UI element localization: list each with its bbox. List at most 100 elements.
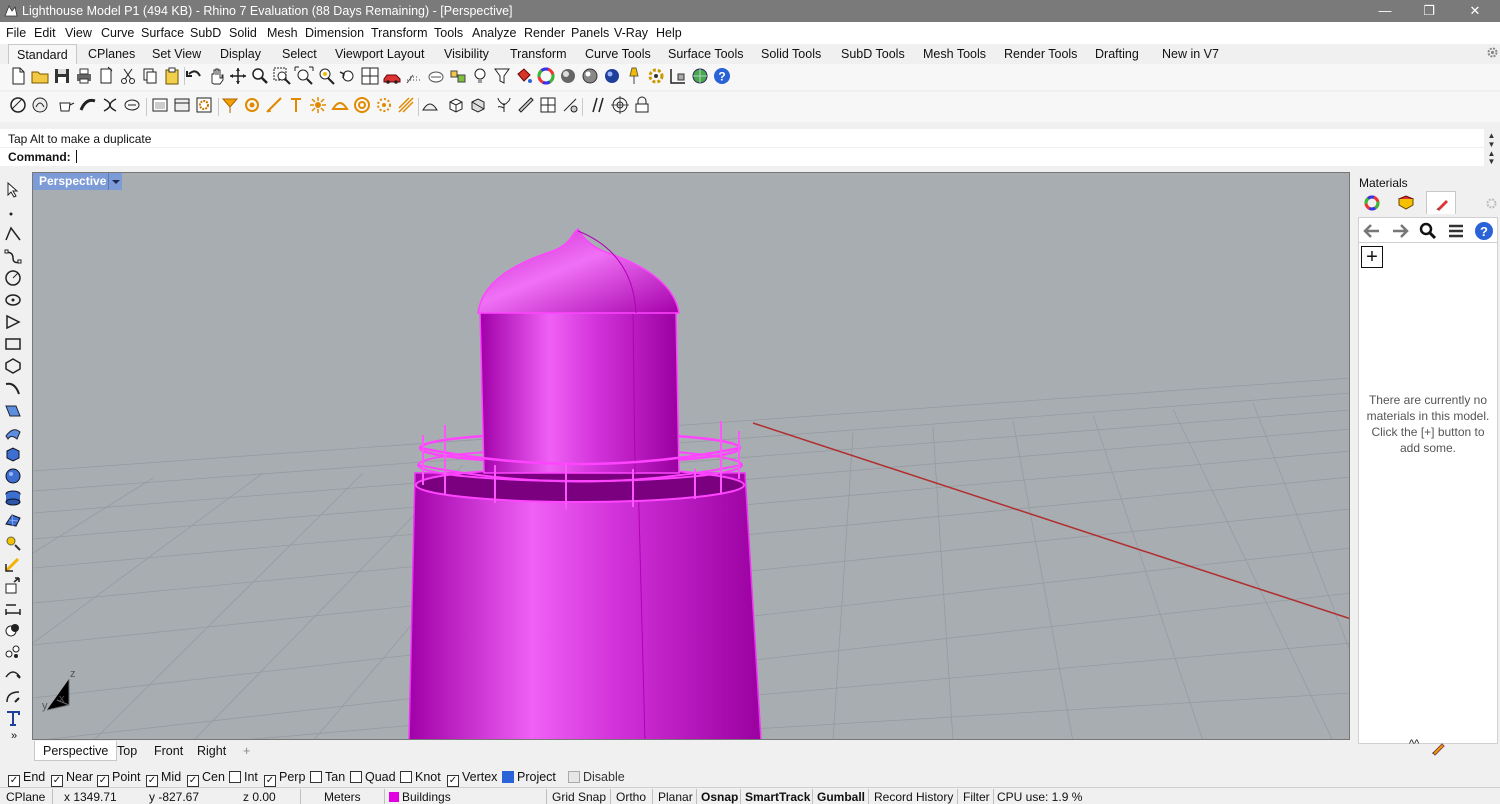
tent-icon[interactable] <box>420 95 440 115</box>
viewport-title[interactable]: Perspective <box>33 173 113 190</box>
checkbox-knot[interactable] <box>400 771 412 783</box>
checkbox-point[interactable]: ✓ <box>97 775 109 787</box>
forward-arrow-icon[interactable] <box>1390 221 1410 241</box>
surface-loft-icon[interactable] <box>3 422 23 442</box>
gear-box-icon[interactable] <box>194 95 214 115</box>
viewport-menu-button[interactable] <box>108 173 122 190</box>
solid-union-icon[interactable] <box>3 620 23 640</box>
menu-dimension[interactable]: Dimension <box>305 26 364 40</box>
status-filter[interactable]: Filter <box>963 790 990 804</box>
save-icon[interactable] <box>52 66 72 86</box>
render-sphere-blue-icon[interactable] <box>602 66 622 86</box>
tab-viewport-layout[interactable]: Viewport Layout <box>335 47 424 61</box>
menu-transform[interactable]: Transform <box>371 26 428 40</box>
window-frame-icon[interactable] <box>150 95 170 115</box>
box-frame-icon[interactable] <box>172 95 192 115</box>
surface-icon[interactable] <box>3 400 23 420</box>
history-scroll-down-icon[interactable]: ▼ <box>1485 140 1498 149</box>
tab-transform[interactable]: Transform <box>510 47 567 61</box>
menu-subd[interactable]: SubD <box>190 26 221 40</box>
menu-tools[interactable]: Tools <box>434 26 463 40</box>
status-smarttrack[interactable]: SmartTrack <box>745 790 810 804</box>
transform-move-icon[interactable] <box>3 554 23 574</box>
spotlight-icon[interactable] <box>220 95 240 115</box>
linear-light-icon[interactable] <box>286 95 306 115</box>
osnap-quad[interactable]: Quad <box>350 770 396 784</box>
status-units[interactable]: Meters <box>324 790 361 804</box>
circle-icon[interactable] <box>3 268 23 288</box>
menu-render[interactable]: Render <box>524 26 565 40</box>
tab-new-in-v7[interactable]: New in V7 <box>1162 47 1219 61</box>
status-ortho[interactable]: Ortho <box>616 790 646 804</box>
status-gumball[interactable]: Gumball <box>817 790 865 804</box>
checkbox-mid[interactable]: ✓ <box>146 775 158 787</box>
tab-drafting[interactable]: Drafting <box>1095 47 1139 61</box>
arc-icon[interactable] <box>3 312 23 332</box>
menu-vray[interactable]: V-Ray <box>614 26 648 40</box>
mesh-light-icon[interactable] <box>396 95 416 115</box>
osnap-disable[interactable]: Disable <box>568 770 625 784</box>
osnap-vertex[interactable]: ✓ Vertex <box>447 770 497 787</box>
dome-light-icon[interactable] <box>330 95 350 115</box>
tab-front[interactable]: Front <box>154 744 183 758</box>
blend-edge-icon[interactable] <box>30 95 50 115</box>
panel-collapse-icon[interactable]: ^^ <box>1409 738 1419 750</box>
light-bulb-icon[interactable] <box>470 66 490 86</box>
tab-standard[interactable]: Standard <box>8 44 77 66</box>
materials-tab-icon[interactable] <box>1396 193 1418 213</box>
shaded-sphere-icon[interactable] <box>558 66 578 86</box>
menu-surface[interactable]: Surface <box>141 26 184 40</box>
command-scroll-down-icon[interactable]: ▼ <box>1485 157 1498 166</box>
osnap-project[interactable]: Project <box>502 770 556 784</box>
point-icon[interactable] <box>3 202 23 222</box>
menu-solid[interactable]: Solid <box>229 26 257 40</box>
osnap-near[interactable]: ✓ Near <box>51 770 93 787</box>
globe-icon[interactable] <box>690 66 710 86</box>
layer-props-icon[interactable] <box>448 66 468 86</box>
text-tool-icon[interactable] <box>3 708 23 728</box>
checkbox-perp[interactable]: ✓ <box>264 775 276 787</box>
polyline-icon[interactable] <box>3 224 23 244</box>
polygon-icon[interactable] <box>3 356 23 376</box>
checkbox-vertex[interactable]: ✓ <box>447 775 459 787</box>
menu-analyze[interactable]: Analyze <box>472 26 516 40</box>
cube-icon[interactable] <box>446 95 466 115</box>
undo-view-icon[interactable] <box>338 66 358 86</box>
sweep-icon[interactable] <box>122 95 142 115</box>
tab-solid-tools[interactable]: Solid Tools <box>761 47 821 61</box>
osnap-tan[interactable]: Tan <box>310 770 345 784</box>
pipe-icon[interactable] <box>78 95 98 115</box>
dimension-tool-icon[interactable] <box>668 66 688 86</box>
grid-dots-icon[interactable] <box>404 66 424 86</box>
cube-cut-icon[interactable] <box>468 95 488 115</box>
tab-select[interactable]: Select <box>282 47 317 61</box>
tab-right[interactable]: Right <box>197 744 226 758</box>
color-wheel-tab-icon[interactable] <box>1362 193 1384 213</box>
light-tool-icon[interactable] <box>3 532 23 552</box>
tab-curve-tools[interactable]: Curve Tools <box>585 47 651 61</box>
tab-mesh-tools[interactable]: Mesh Tools <box>923 47 986 61</box>
fillet-edge-icon[interactable] <box>8 95 28 115</box>
help-icon[interactable]: ? <box>712 66 732 86</box>
checkbox-tan[interactable] <box>310 771 322 783</box>
teapot-icon[interactable] <box>56 95 76 115</box>
paste-icon[interactable] <box>162 66 182 86</box>
tab-perspective[interactable]: Perspective <box>34 741 118 761</box>
back-arrow-icon[interactable] <box>1362 221 1382 241</box>
osnap-perp[interactable]: ✓ Perp <box>264 770 305 787</box>
status-cplane[interactable]: CPlane <box>6 790 45 804</box>
group-icon[interactable] <box>3 642 23 662</box>
plant-icon[interactable] <box>494 95 514 115</box>
split-icon[interactable] <box>588 95 608 115</box>
sphere-light-icon[interactable] <box>374 95 394 115</box>
history-scroll-up-icon[interactable]: ▲ <box>1485 131 1498 140</box>
cut-icon[interactable] <box>118 66 138 86</box>
decal-icon[interactable] <box>516 95 536 115</box>
sphere-solid-icon[interactable] <box>3 466 23 486</box>
status-osnap[interactable]: Osnap <box>701 790 738 804</box>
panel-help-icon[interactable]: ? <box>1474 221 1494 241</box>
tab-set-view[interactable]: Set View <box>152 47 201 61</box>
tab-render-tools[interactable]: Render Tools <box>1004 47 1077 61</box>
menu-panels[interactable]: Panels <box>571 26 609 40</box>
menu-help[interactable]: Help <box>656 26 682 40</box>
